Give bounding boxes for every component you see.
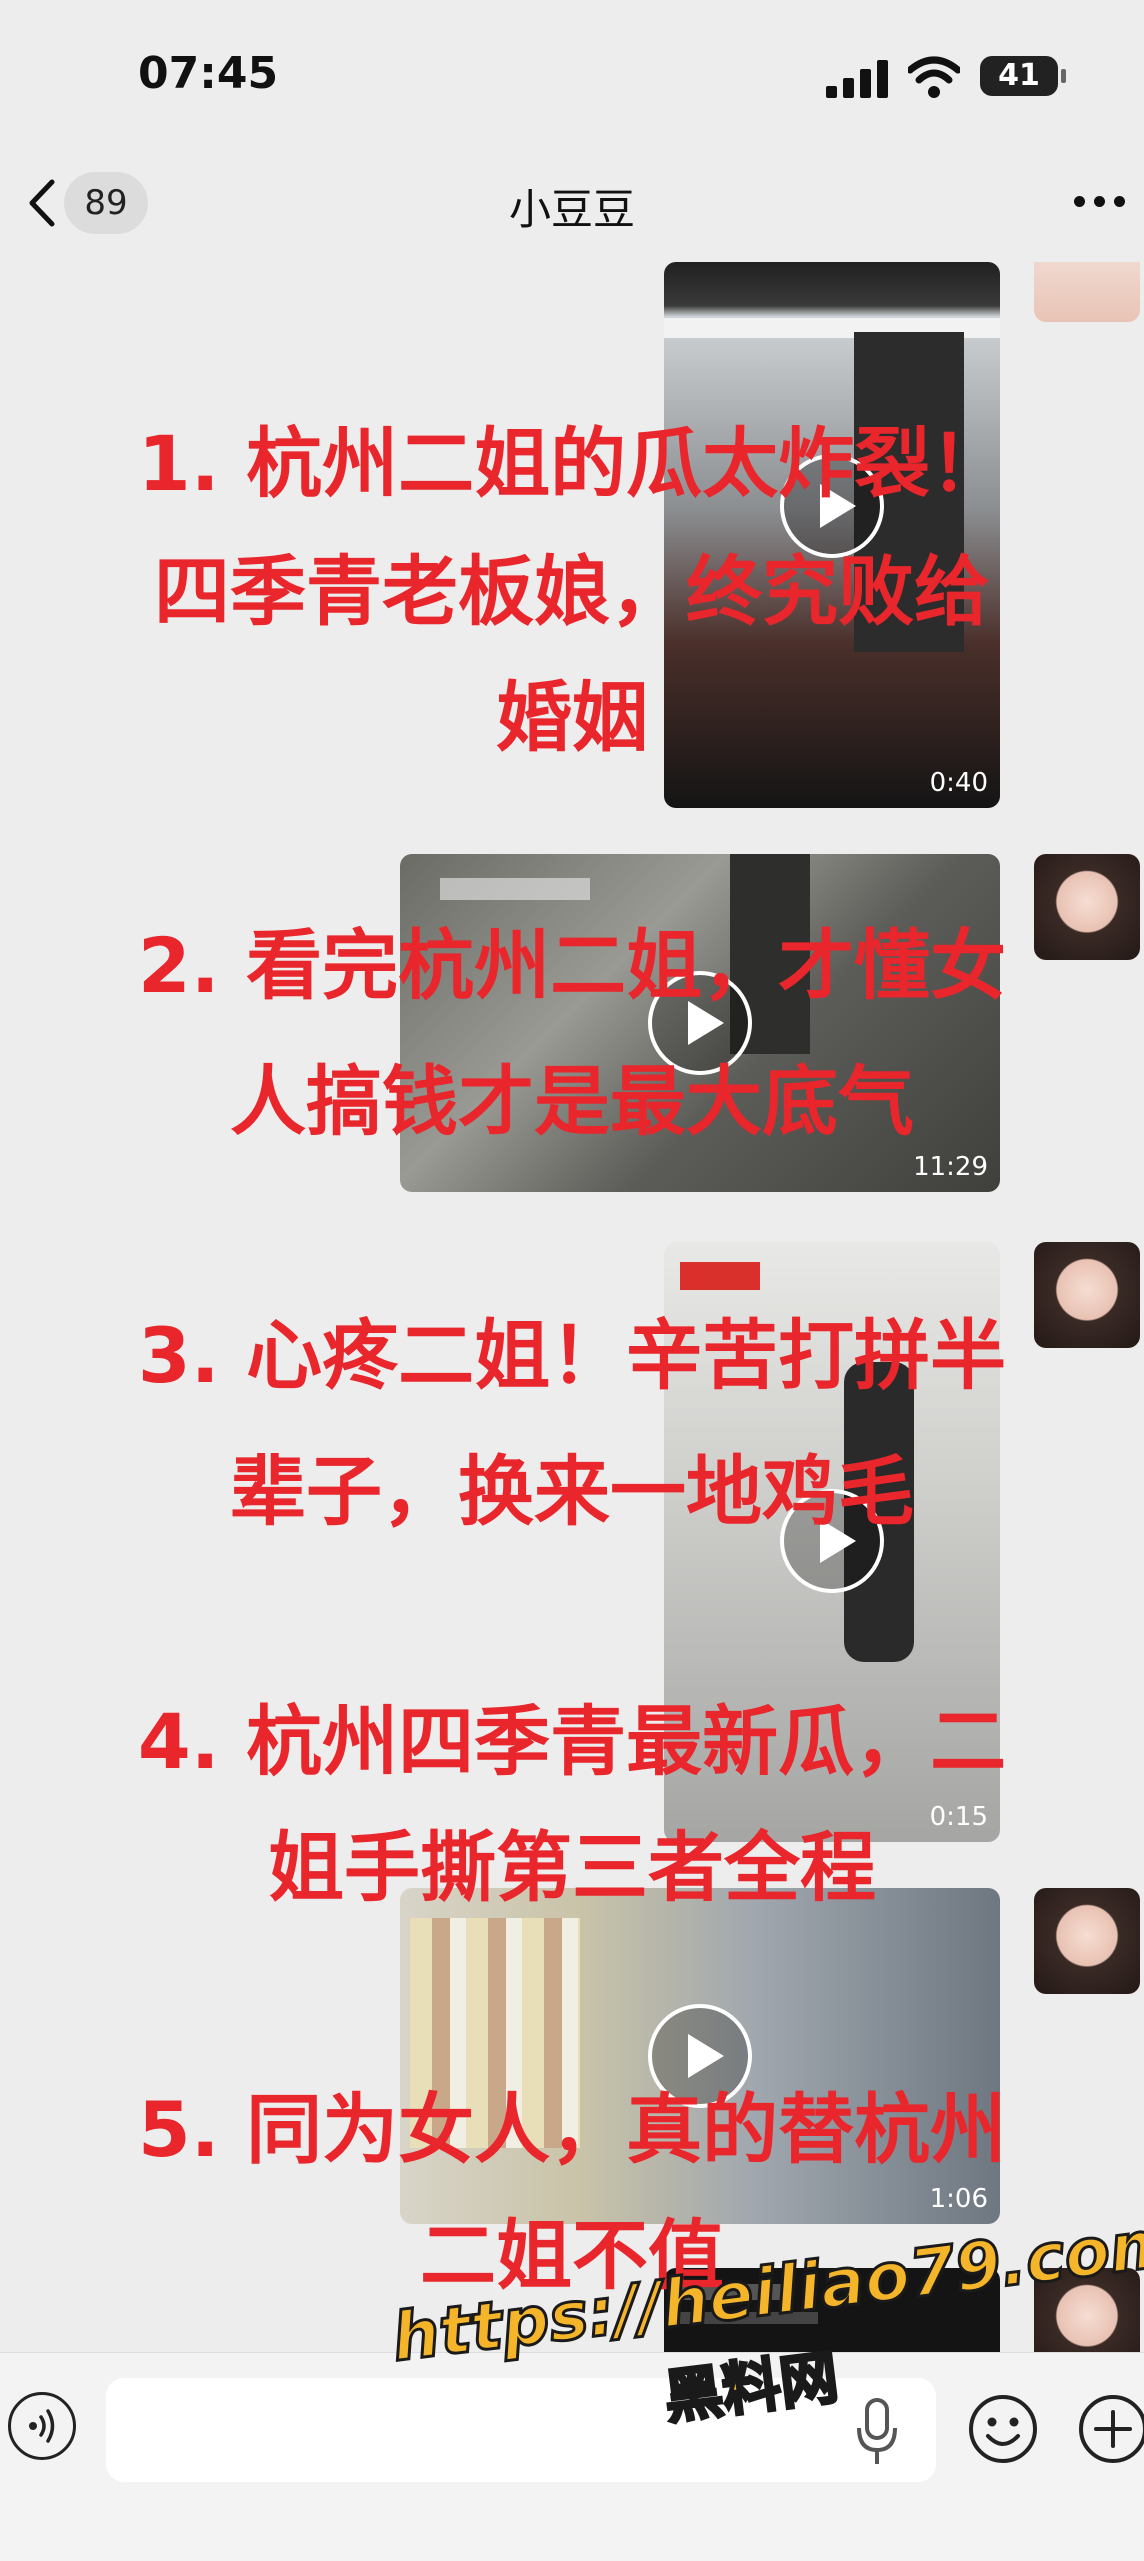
avatar[interactable] bbox=[1034, 1888, 1140, 1994]
avatar[interactable] bbox=[1034, 262, 1140, 322]
video-duration: 1:06 bbox=[929, 2184, 988, 2214]
play-icon[interactable] bbox=[646, 969, 754, 1077]
wifi-icon bbox=[908, 56, 960, 98]
play-icon[interactable] bbox=[778, 1487, 886, 1595]
video-message[interactable]: 0:15 bbox=[664, 1242, 1000, 1842]
video-duration: 0:15 bbox=[929, 1802, 988, 1832]
chat-title: 小豆豆 bbox=[508, 185, 635, 234]
voice-icon bbox=[29, 2409, 55, 2443]
play-icon[interactable] bbox=[778, 452, 886, 560]
video-duration: 0:40 bbox=[929, 768, 988, 798]
status-bar: 07:45 41 bbox=[0, 0, 1144, 150]
video-message[interactable]: 1:06 bbox=[400, 1888, 1000, 2224]
video-message[interactable]: 11:29 bbox=[400, 854, 1000, 1192]
battery-icon: 41 bbox=[980, 56, 1066, 96]
voice-mode-button[interactable] bbox=[8, 2392, 76, 2460]
status-time: 07:45 bbox=[138, 48, 279, 99]
avatar[interactable] bbox=[1034, 1242, 1140, 1348]
video-duration: 11:29 bbox=[913, 1152, 988, 1182]
avatar[interactable] bbox=[1034, 854, 1140, 960]
message-list[interactable]: 0:40 11:29 0:15 1:06 bbox=[0, 262, 1144, 2352]
video-message[interactable]: 0:40 bbox=[664, 262, 1000, 808]
play-icon[interactable] bbox=[646, 2002, 754, 2110]
more-options-icon[interactable] bbox=[1074, 196, 1126, 210]
cellular-signal-icon bbox=[826, 60, 890, 98]
